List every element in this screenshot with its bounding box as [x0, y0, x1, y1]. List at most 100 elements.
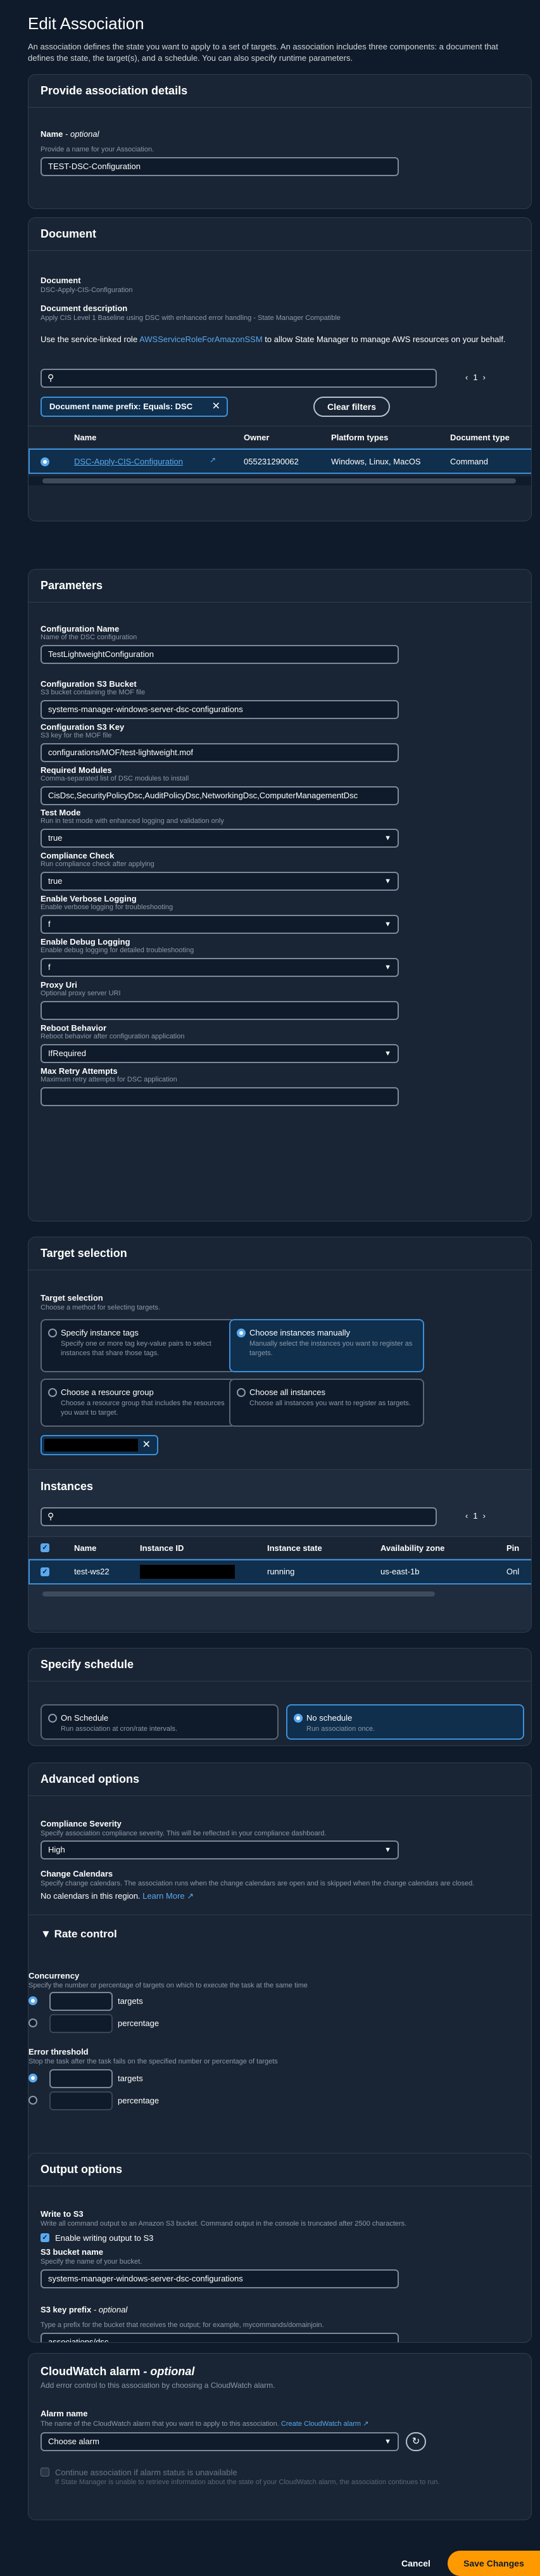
tile-title: Choose all instances — [249, 1387, 325, 1397]
param-select-value: true — [48, 876, 63, 886]
role-link[interactable]: AWSServiceRoleForAmazonSSM — [139, 335, 263, 344]
create-alarm-link[interactable]: Create CloudWatch alarm — [281, 2420, 361, 2428]
alarm-title-text: CloudWatch alarm — [41, 2365, 141, 2378]
param-input[interactable] — [41, 1087, 399, 1106]
prev-page-icon[interactable]: ‹ — [465, 1511, 473, 1521]
name-label-text: Name — [41, 129, 63, 139]
error-targets-input[interactable] — [49, 2069, 113, 2088]
param-desc: Run compliance check after applying — [41, 860, 154, 868]
param-select-value: f — [48, 919, 51, 929]
parameters-panel: Parameters Configuration Name Name of the… — [28, 569, 532, 1221]
cancel-button[interactable]: Cancel — [401, 2558, 430, 2568]
alarm-select[interactable]: Choose alarm ▼ — [41, 2432, 399, 2451]
concurrency-label: Concurrency — [28, 1971, 80, 1980]
remove-instance-icon[interactable]: ✕ — [142, 1436, 151, 1454]
next-page-icon[interactable]: › — [483, 1511, 491, 1521]
param-desc: Optional proxy server URI — [41, 990, 121, 997]
severity-select[interactable]: High ▼ — [41, 1840, 399, 1859]
instances-page-number[interactable]: 1 — [473, 1511, 482, 1521]
document-pagination[interactable]: ‹1› — [465, 373, 491, 382]
error-percentage-radio[interactable] — [28, 2096, 37, 2105]
param-input[interactable]: CisDsc,SecurityPolicyDsc,AuditPolicyDsc,… — [41, 786, 399, 805]
clear-filters-button[interactable]: Clear filters — [313, 397, 390, 417]
association-name-input[interactable]: TEST-DSC-Configuration — [41, 157, 399, 176]
param-desc: Run in test mode with enhanced logging a… — [41, 817, 224, 825]
schedule-on-tile[interactable]: On Schedule Run association at cron/rate … — [41, 1704, 279, 1740]
tile-resource-group[interactable]: Choose a resource group Choose a resource… — [41, 1379, 235, 1427]
enable-s3-checkbox[interactable]: ✓ — [41, 2233, 49, 2242]
param-input[interactable]: TestLightweightConfiguration — [41, 645, 399, 664]
concurrency-percentage-input[interactable] — [49, 2014, 113, 2033]
error-percentage-input[interactable] — [49, 2091, 113, 2110]
param-select[interactable]: f ▼ — [41, 915, 399, 934]
param-select-value: true — [48, 833, 63, 843]
tile-title: Choose instances manually — [249, 1328, 350, 1337]
tile-desc: Manually select the instances you want t… — [249, 1340, 413, 1357]
tile-radio[interactable] — [48, 1329, 57, 1337]
calendars-none: No calendars in this region. Learn More … — [41, 1891, 194, 1901]
page-description: An association defines the state you wan… — [28, 42, 498, 63]
instances-search-input[interactable]: ⚲ — [41, 1507, 437, 1526]
remove-filter-icon[interactable]: ✕ — [212, 398, 220, 416]
prev-page-icon[interactable]: ‹ — [465, 373, 473, 382]
instances-pagination[interactable]: ‹1› — [465, 1511, 491, 1521]
prefix-input[interactable]: associations/dsc — [41, 2333, 399, 2342]
param-select[interactable]: true ▼ — [41, 872, 399, 891]
bucket-input[interactable]: systems-manager-windows-server-dsc-confi… — [41, 2269, 399, 2288]
learn-more-link[interactable]: Learn More — [142, 1891, 184, 1901]
param-label: Compliance Check — [41, 851, 115, 860]
calendars-label: Change Calendars — [41, 1869, 113, 1878]
save-changes-button[interactable]: Save Changes — [448, 2551, 540, 2576]
prefix-desc: Type a prefix for the bucket that receiv… — [41, 2321, 324, 2329]
document-search-input[interactable]: ⚲ — [41, 369, 437, 388]
param-input[interactable]: configurations/MOF/test-lightweight.mof — [41, 743, 399, 762]
table-scrollbar[interactable] — [42, 478, 516, 483]
rate-control-toggle[interactable]: ▼ Rate control — [41, 1928, 117, 1941]
error-targets-radio[interactable] — [28, 2074, 37, 2082]
param-input[interactable] — [41, 1001, 399, 1020]
concurrency-percentage-radio[interactable] — [28, 2018, 37, 2027]
external-link-icon: ↗ — [210, 456, 217, 464]
param-select[interactable]: IfRequired ▼ — [41, 1044, 399, 1063]
search-icon: ⚲ — [47, 373, 54, 383]
tile-radio[interactable] — [48, 1714, 57, 1723]
tile-desc: Choose all instances you want to registe… — [249, 1400, 411, 1407]
next-page-icon[interactable]: › — [483, 373, 491, 382]
continue-checkbox[interactable] — [41, 2468, 49, 2477]
target-sel-label: Target selection — [41, 1293, 103, 1303]
tile-radio[interactable] — [237, 1329, 246, 1337]
instances-scrollbar[interactable] — [42, 1591, 435, 1597]
redacted-instance-id — [140, 1565, 235, 1579]
schedule-title: Specify schedule — [28, 1648, 531, 1681]
select-all-checkbox[interactable]: ✓ — [41, 1543, 49, 1552]
tile-radio[interactable] — [48, 1388, 57, 1397]
row-select-radio[interactable] — [41, 457, 49, 466]
row-checkbox[interactable]: ✓ — [41, 1567, 49, 1576]
tile-all-instances[interactable]: Choose all instances Choose all instances… — [229, 1379, 424, 1427]
bucket-label: S3 bucket name — [41, 2247, 103, 2257]
param-desc: Comma-separated list of DSC modules to i… — [41, 775, 189, 782]
tile-radio[interactable] — [294, 1714, 303, 1723]
parameters-title: Parameters — [28, 570, 531, 603]
refresh-icon[interactable]: ↻ — [406, 2432, 426, 2451]
document-table: Name Owner Platform types Document type … — [28, 426, 531, 489]
col-owner: Owner — [244, 433, 270, 442]
alarm-title: CloudWatch alarm - optional — [41, 2365, 194, 2378]
tile-manual[interactable]: Choose instances manually Manually select… — [229, 1319, 424, 1372]
param-select[interactable]: true ▼ — [41, 829, 399, 848]
param-input[interactable]: systems-manager-windows-server-dsc-confi… — [41, 700, 399, 719]
target-sel-desc: Choose a method for selecting targets. — [41, 1304, 160, 1311]
schedule-none-tile[interactable]: No schedule Run association once. — [286, 1704, 524, 1740]
param-select[interactable]: f ▼ — [41, 958, 399, 977]
concurrency-targets-input[interactable] — [49, 1992, 113, 2011]
caret-down-icon: ▼ — [384, 834, 391, 842]
tile-instance-tags[interactable]: Specify instance tags Specify one or more… — [41, 1319, 235, 1372]
document-page-number[interactable]: 1 — [473, 373, 482, 382]
details-title: Provide association details — [28, 75, 531, 108]
concurrency-targets-radio[interactable] — [28, 1996, 37, 2005]
tile-radio[interactable] — [237, 1388, 246, 1397]
caret-down-icon: ▼ — [384, 1050, 391, 1057]
association-details-panel: Provide association details Name - optio… — [28, 74, 532, 209]
col-inst-pin: Pin — [506, 1543, 520, 1553]
doc-row-name-link[interactable]: DSC-Apply-CIS-Configuration — [74, 457, 183, 466]
